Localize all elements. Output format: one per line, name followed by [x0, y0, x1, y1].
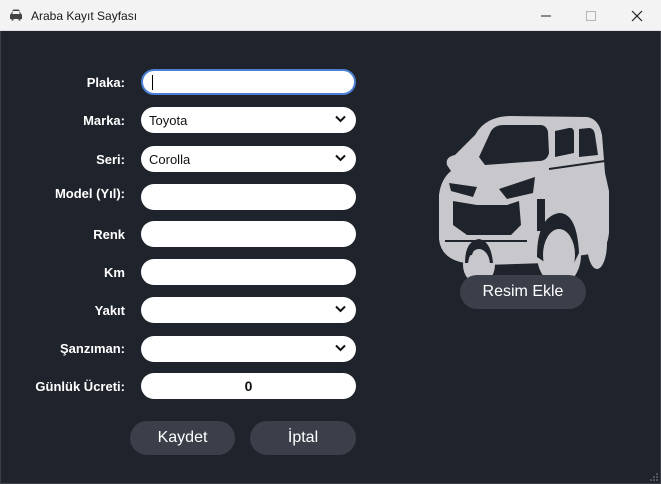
chevron-down-icon: [335, 115, 346, 123]
km-label: Km: [104, 265, 125, 280]
ucret-label: Günlük Ücreti:: [35, 379, 125, 394]
kaydet-button[interactable]: Kaydet: [130, 421, 235, 455]
ucret-input[interactable]: 0: [141, 373, 356, 399]
marka-label: Marka:: [83, 113, 125, 128]
model-input[interactable]: [141, 184, 356, 210]
renk-label: Renk: [93, 227, 125, 242]
sanziman-label: Şanzıman:: [59, 341, 125, 356]
seri-label: Seri:: [96, 152, 125, 167]
yakit-label: Yakıt: [94, 303, 125, 318]
minimize-button[interactable]: [523, 0, 569, 31]
marka-select[interactable]: Toyota: [141, 107, 356, 133]
resize-grip-icon[interactable]: [650, 473, 658, 481]
yakit-select[interactable]: [141, 297, 356, 323]
resim-ekle-button[interactable]: Resim Ekle: [460, 275, 586, 309]
maximize-icon: [586, 10, 596, 21]
close-button[interactable]: [614, 0, 660, 31]
car-icon: [10, 9, 22, 21]
car-placeholder-icon: [439, 116, 609, 285]
title-bar[interactable]: Araba Kayıt Sayfası: [0, 0, 661, 31]
plaka-input[interactable]: [141, 69, 356, 95]
text-caret: [152, 74, 153, 90]
sanziman-select[interactable]: [141, 336, 356, 362]
chevron-down-icon: [335, 305, 346, 313]
km-input[interactable]: [141, 259, 356, 285]
maximize-button[interactable]: [568, 0, 614, 31]
chevron-down-icon: [335, 154, 346, 162]
close-icon: [631, 10, 643, 21]
minimize-icon: [541, 15, 551, 16]
ucret-value: 0: [244, 378, 253, 394]
plaka-label: Plaka:: [86, 75, 125, 90]
seri-select[interactable]: Corolla: [141, 146, 356, 172]
seri-value: Corolla: [149, 151, 191, 167]
window-content: Plaka: Marka: Toyota Seri: Corolla Model…: [0, 31, 661, 484]
iptal-button[interactable]: İptal: [250, 421, 356, 455]
chevron-down-icon: [335, 344, 346, 352]
model-label: Model (Yıl):: [54, 186, 125, 201]
window-title: Araba Kayıt Sayfası: [31, 9, 138, 23]
renk-input[interactable]: [141, 221, 356, 247]
marka-value: Toyota: [149, 112, 188, 128]
